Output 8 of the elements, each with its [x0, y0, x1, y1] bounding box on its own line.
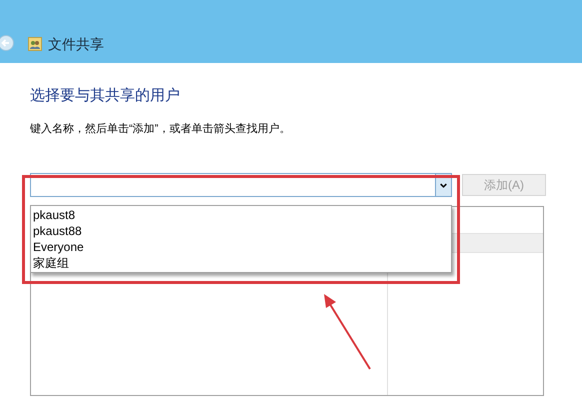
page-heading: 选择要与其共享的用户 [30, 86, 181, 106]
dropdown-option[interactable]: Everyone [31, 239, 451, 255]
instruction-text: 键入名称，然后单击“添加”，或者单击箭头查找用户。 [30, 122, 292, 136]
window-title: 文件共享 [48, 37, 104, 51]
users-icon [28, 37, 42, 51]
dropdown-option[interactable]: pkaust8 [31, 207, 451, 223]
dropdown-option[interactable]: pkaust88 [31, 223, 451, 239]
dropdown-option[interactable]: 家庭组 [31, 255, 451, 271]
